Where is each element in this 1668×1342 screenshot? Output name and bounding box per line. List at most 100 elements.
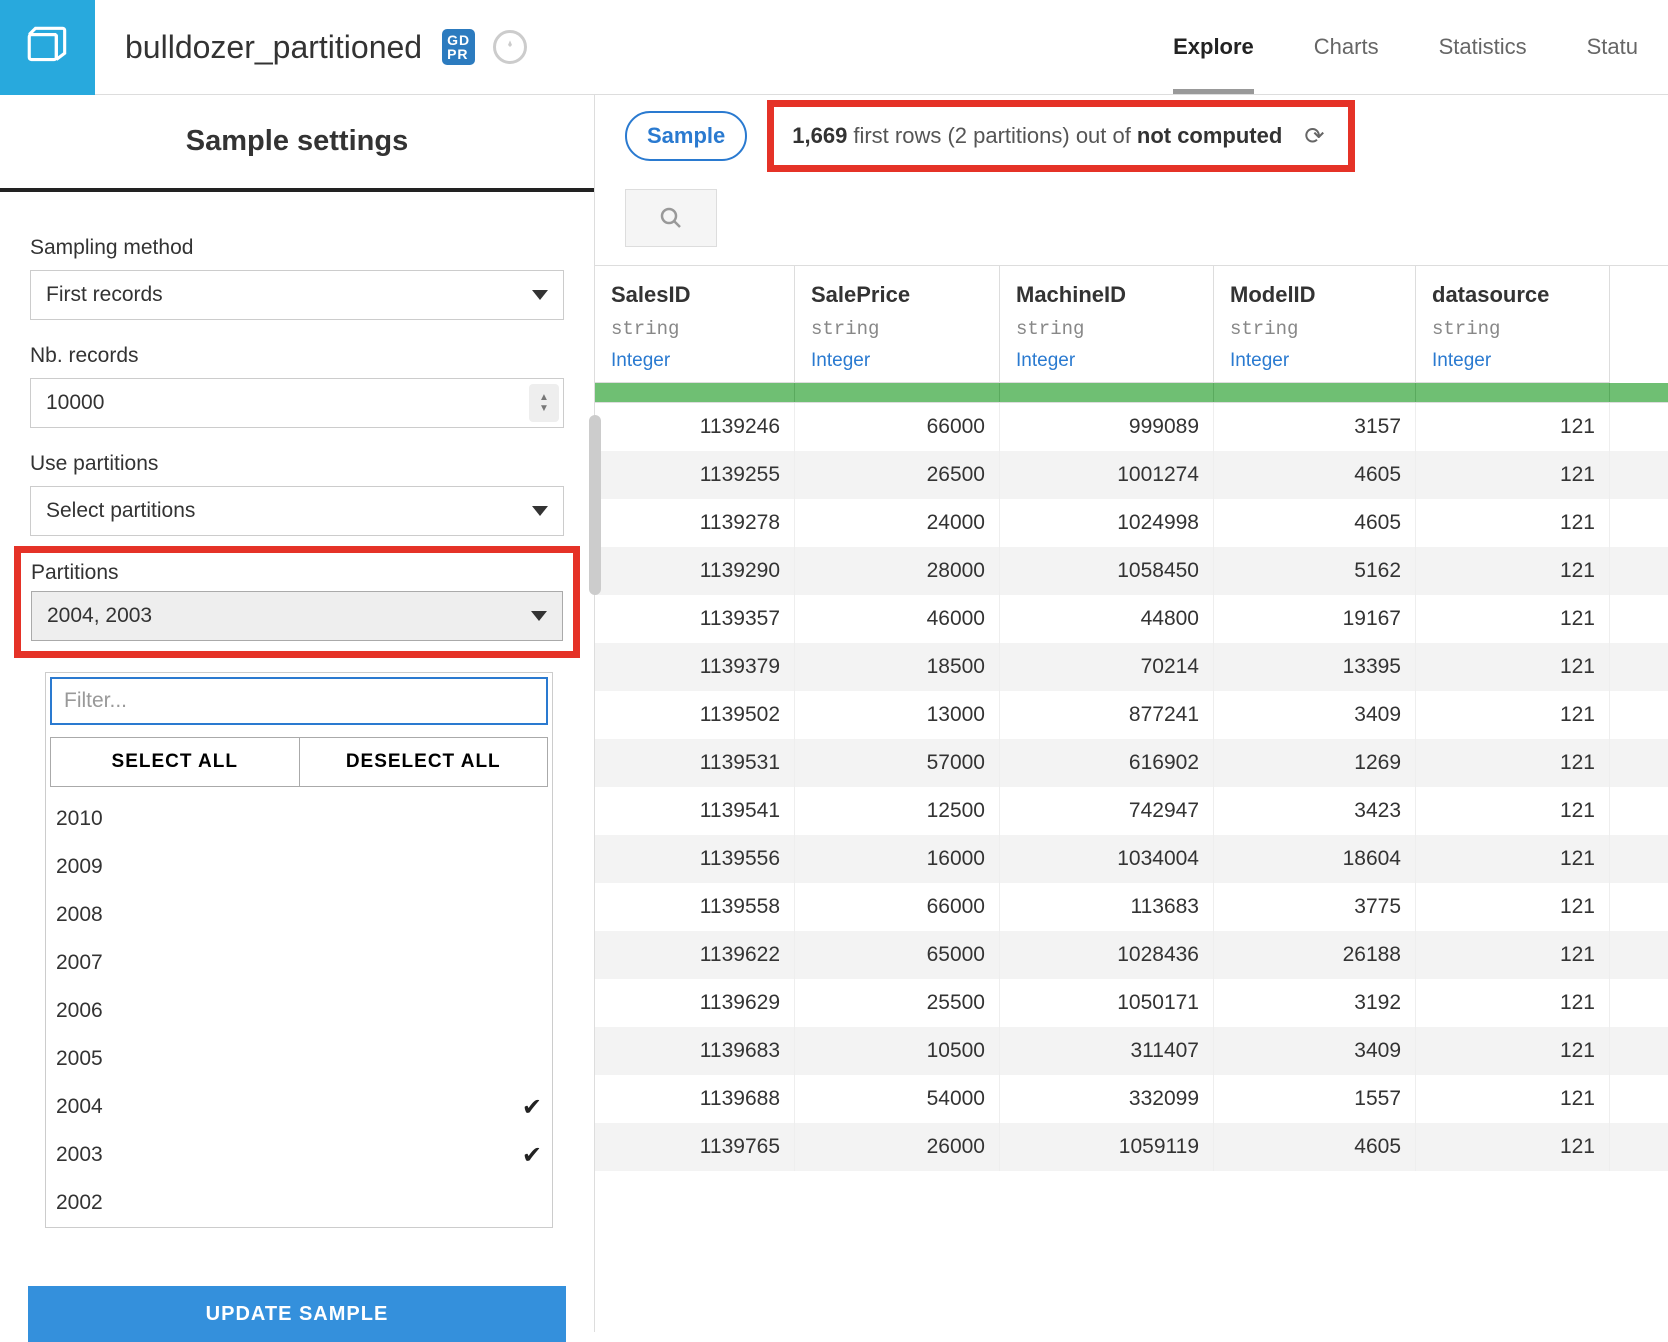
table-cell: 1139502: [595, 691, 795, 739]
table-cell: 26500: [795, 451, 1000, 499]
partition-option-label: 2006: [56, 999, 103, 1023]
table-cell: 311407: [1000, 1027, 1214, 1075]
partition-option[interactable]: 2007: [50, 939, 548, 987]
partition-option[interactable]: 2004✔: [50, 1083, 548, 1131]
table-row[interactable]: 1139683105003114073409121: [595, 1027, 1668, 1075]
update-sample-button[interactable]: UPDATE SAMPLE: [28, 1286, 566, 1342]
table-row[interactable]: 11396292550010501713192121: [595, 979, 1668, 1027]
column-header[interactable]: datasourcestringInteger: [1416, 266, 1610, 383]
column-header[interactable]: ModelIDstringInteger: [1214, 266, 1416, 383]
table-cell: 3423: [1214, 787, 1416, 835]
table-cell: 121: [1416, 1075, 1610, 1123]
tab-charts[interactable]: Charts: [1284, 0, 1409, 94]
column-header[interactable]: SalePricestringInteger: [795, 266, 1000, 383]
quantity-stepper[interactable]: ▲▼: [529, 384, 559, 422]
deselect-all-button[interactable]: DESELECT ALL: [299, 737, 549, 787]
table-row[interactable]: 113962265000102843626188121: [595, 931, 1668, 979]
table-cell: 1034004: [1000, 835, 1214, 883]
chevron-down-icon: [531, 611, 547, 621]
use-partitions-select[interactable]: Select partitions: [30, 486, 564, 536]
app-header: bulldozer_partitioned GD PR Explore Char…: [0, 0, 1668, 95]
partition-option[interactable]: 2002: [50, 1179, 548, 1227]
table-cell: 1139765: [595, 1123, 795, 1171]
table-cell: 54000: [795, 1075, 1000, 1123]
table-cell: 1024998: [1000, 499, 1214, 547]
sample-info-highlight: 1,669 first rows (2 partitions) out of n…: [767, 100, 1355, 172]
table-cell: 12500: [795, 787, 1000, 835]
use-partitions-label: Use partitions: [30, 452, 564, 476]
partition-option[interactable]: 2010: [50, 795, 548, 843]
partition-option[interactable]: 2009: [50, 843, 548, 891]
table-cell: 1139558: [595, 883, 795, 931]
table-cell: 1139379: [595, 643, 795, 691]
column-meaning[interactable]: Integer: [811, 350, 983, 372]
partition-option[interactable]: 2003✔: [50, 1131, 548, 1179]
check-icon: ✔: [522, 1093, 542, 1122]
column-header[interactable]: MachineIDstringInteger: [1000, 266, 1214, 383]
table-cell: 121: [1416, 643, 1610, 691]
column-meaning[interactable]: Integer: [611, 350, 778, 372]
partition-option[interactable]: 2006: [50, 987, 548, 1035]
column-meaning[interactable]: Integer: [1016, 350, 1197, 372]
table-row[interactable]: 1139558660001136833775121: [595, 883, 1668, 931]
partition-option-label: 2003: [56, 1143, 103, 1167]
sampling-method-select[interactable]: First records: [30, 270, 564, 320]
table-row[interactable]: 1139531570006169021269121: [595, 739, 1668, 787]
table-cell: 3409: [1214, 691, 1416, 739]
partitions-label: Partitions: [31, 561, 563, 585]
table-row[interactable]: 1139357460004480019167121: [595, 595, 1668, 643]
partitions-filter-input[interactable]: [50, 677, 548, 725]
tab-statistics[interactable]: Statistics: [1409, 0, 1557, 94]
table-cell: 113683: [1000, 883, 1214, 931]
table-row[interactable]: 113955616000103400418604121: [595, 835, 1668, 883]
partitions-select[interactable]: 2004, 2003: [31, 591, 563, 641]
column-header[interactable]: SalesIDstringInteger: [595, 266, 795, 383]
select-all-button[interactable]: SELECT ALL: [50, 737, 299, 787]
table-cell: 1139255: [595, 451, 795, 499]
table-cell: 1139531: [595, 739, 795, 787]
partition-option-label: 2009: [56, 855, 103, 879]
tab-status[interactable]: Statu: [1557, 0, 1668, 94]
column-search-input[interactable]: [625, 189, 717, 247]
panel-title: Sample settings: [0, 95, 594, 192]
partition-option-label: 2002: [56, 1191, 103, 1215]
table-row[interactable]: 1139541125007429473423121: [595, 787, 1668, 835]
partition-option[interactable]: 2005: [50, 1035, 548, 1083]
partition-option-label: 2007: [56, 951, 103, 975]
table-row[interactable]: 11392902800010584505162121: [595, 547, 1668, 595]
table-cell: 616902: [1000, 739, 1214, 787]
table-cell: 332099: [1000, 1075, 1214, 1123]
nb-records-input[interactable]: 10000 ▲▼: [30, 378, 564, 428]
table-cell: 26000: [795, 1123, 1000, 1171]
table-cell: 57000: [795, 739, 1000, 787]
table-cell: 999089: [1000, 403, 1214, 451]
dataset-title: bulldozer_partitioned: [125, 29, 422, 66]
table-row[interactable]: 11392552650010012744605121: [595, 451, 1668, 499]
tab-explore[interactable]: Explore: [1143, 0, 1284, 94]
panel-resize-handle[interactable]: [589, 415, 601, 595]
table-cell: 70214: [1000, 643, 1214, 691]
chevron-down-icon: [532, 506, 548, 516]
table-row[interactable]: 1139379185007021413395121: [595, 643, 1668, 691]
column-meaning[interactable]: Integer: [1230, 350, 1399, 372]
table-cell: 121: [1416, 931, 1610, 979]
table-row[interactable]: 11397652600010591194605121: [595, 1123, 1668, 1171]
table-cell: 1059119: [1000, 1123, 1214, 1171]
column-storage-type: string: [1230, 318, 1399, 340]
table-row[interactable]: 1139688540003320991557121: [595, 1075, 1668, 1123]
column-meaning[interactable]: Integer: [1432, 350, 1593, 372]
table-cell: 3157: [1214, 403, 1416, 451]
table-row[interactable]: 1139246660009990893157121: [595, 403, 1668, 451]
table-cell: 4605: [1214, 499, 1416, 547]
refresh-icon[interactable]: ⟳: [1304, 122, 1324, 151]
table-cell: 1269: [1214, 739, 1416, 787]
sample-button[interactable]: Sample: [625, 111, 747, 161]
partition-option[interactable]: 2008: [50, 891, 548, 939]
table-cell: 1139683: [595, 1027, 795, 1075]
table-row[interactable]: 11392782400010249984605121: [595, 499, 1668, 547]
column-name: SalesID: [611, 282, 778, 308]
sample-info-tail: not computed: [1137, 123, 1282, 149]
column-name: MachineID: [1016, 282, 1197, 308]
hint-icon[interactable]: [493, 30, 527, 64]
table-row[interactable]: 1139502130008772413409121: [595, 691, 1668, 739]
